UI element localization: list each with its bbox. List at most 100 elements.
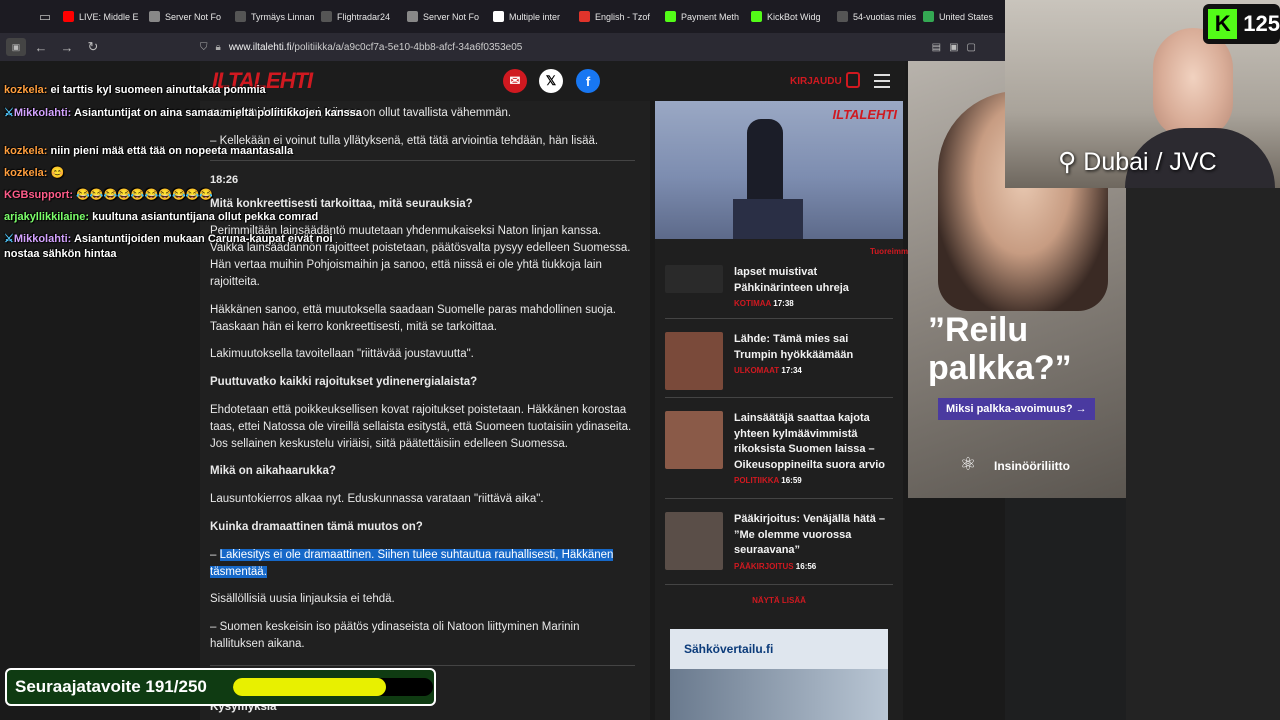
tab-favicon-icon	[63, 11, 74, 22]
site-header: ILTALEHTI ✉ 𝕏 f KIRJAUDU	[200, 61, 905, 101]
news-time: 16:56	[795, 561, 817, 571]
chat-message: arjakyllikkilaine: kuultuna asiantuntija…	[4, 210, 318, 225]
shield-icon[interactable]: ⛉	[200, 42, 208, 53]
news-headline[interactable]: lapset muistivat Pähkinärinteen uhreja	[734, 265, 894, 296]
sidebar-hero-image[interactable]: ILTALEHTI	[655, 101, 903, 239]
chat-message: KGBsupport: 😂😂😂😂😂😂😂😂😂😂	[4, 188, 213, 203]
location-label: ⚲ Dubai / JVC	[1058, 147, 1217, 177]
lock-icon[interactable]: 🔒︎	[216, 42, 221, 53]
ad-image-block	[670, 669, 888, 720]
goal-label: Seuraajatavoite 191/250	[15, 677, 207, 696]
article-subheading: Kuinka dramaattinen tämä muutos on?	[210, 521, 423, 533]
browser-tab[interactable]: 54-vuotias mies n	[830, 0, 916, 33]
browser-tab[interactable]: LIVE: Middle E	[56, 0, 142, 33]
browser-tab[interactable]: English - Tzof	[572, 0, 658, 33]
tab-favicon-icon	[321, 11, 332, 22]
news-headline[interactable]: Pääkirjoitus: Venäjällä hätä – ”Me olemm…	[734, 512, 894, 559]
news-headline[interactable]: Lainsäätäjä saattaa kajota yhteen kylmää…	[734, 411, 894, 473]
chat-username: KGBsupport	[4, 189, 70, 201]
news-headline[interactable]: Lähde: Tämä mies sai Trumpin hyökkäämään	[734, 332, 894, 363]
news-category[interactable]: ULKOMAAT	[734, 366, 779, 375]
chat-text: 😊	[50, 167, 65, 179]
tab-label: English - Tzof	[595, 11, 650, 22]
article-paragraph: Lakimuutoksella tavoitellaan "riittävää …	[210, 348, 474, 360]
ad-brand: Sähkövertailu.fi	[684, 642, 774, 656]
tab-overview-icon[interactable]: ▭	[34, 6, 56, 28]
tab-favicon-icon	[235, 11, 246, 22]
address-toolbar: ▣ ← → ↻ ⛉ 🔒︎ www.iltalehti.fi/politiikka…	[0, 33, 1005, 61]
news-thumbnail[interactable]	[665, 265, 723, 293]
tab-favicon-icon	[837, 11, 848, 22]
ad-brand: Insinööriliitto	[994, 459, 1070, 473]
news-thumbnail[interactable]	[665, 411, 723, 469]
back-arrow-icon[interactable]: ←	[30, 36, 52, 58]
tab-label: Tyrmäys Linnanm	[251, 11, 314, 22]
kick-logo-icon: K	[1208, 9, 1238, 39]
article-paragraph: – Suomen keskeisin iso päätös ydinaseist…	[210, 621, 580, 650]
chat-text: kuultuna asiantuntijana ollut pekka comr…	[92, 211, 319, 223]
selected-text[interactable]: Lakiesitys ei ole dramaattinen. Siihen t…	[210, 549, 614, 578]
forward-arrow-icon[interactable]: →	[56, 36, 78, 58]
browser-tab[interactable]: Tyrmäys Linnanm	[228, 0, 314, 33]
browser-tab[interactable]: Server Not Fo	[142, 0, 228, 33]
news-category[interactable]: KOTIMAA	[734, 299, 771, 308]
ad-cta-button[interactable]: Miksi palkka-avoimuus? →	[938, 398, 1095, 420]
sidebar-toggle-icon[interactable]: ▣	[6, 38, 26, 56]
tab-list: LIVE: Middle E Server Not Fo Tyrmäys Linna…	[56, 0, 1002, 33]
article-paragraph-selected[interactable]: – Lakiesitys ei ole dramaattinen. Siihen…	[210, 547, 635, 581]
browser-tab[interactable]: Payment Meth	[658, 0, 744, 33]
article-subheading: Puuttuvatko kaikki rajoitukset ydinenerg…	[210, 376, 478, 388]
sahkovertailu-ad[interactable]: Sähkövertailu.fi	[670, 629, 888, 720]
tab-label: KickBot Widg	[767, 11, 821, 22]
browser-tab[interactable]: United States	[916, 0, 1002, 33]
tab-label: Server Not Fo	[423, 11, 480, 22]
divider	[210, 160, 635, 161]
article-paragraph: Ehdotetaan että poikkeuksellisen kovat r…	[210, 404, 632, 450]
browser-tab[interactable]: Multiple inter	[486, 0, 572, 33]
news-divider	[665, 397, 893, 398]
chat-message: ⚔Mikkolahti: Asiantuntijat on aina samaa…	[4, 106, 364, 121]
news-divider	[665, 498, 893, 499]
news-meta: PÄÄKIRJOITUS 16:56	[734, 559, 894, 575]
article-paragraph: Lausuntokierros alkaa nyt. Eduskunnassa …	[210, 493, 544, 505]
news-thumbnail[interactable]	[665, 332, 723, 390]
user-icon[interactable]	[846, 72, 860, 88]
news-category[interactable]: PÄÄKIRJOITUS	[734, 562, 794, 571]
timestamp: 18:26	[210, 174, 239, 186]
news-thumbnail[interactable]	[665, 512, 723, 570]
url-field[interactable]: ⛉ 🔒︎ www.iltalehti.fi/politiikka/a/a9c0c…	[200, 36, 990, 58]
location-text: Dubai / JVC	[1083, 148, 1217, 176]
tab-favicon-icon	[407, 11, 418, 22]
reload-icon[interactable]: ↻	[82, 36, 104, 58]
chat-message: ⚔Mikkolahti: Asiantuntijoiden mukaan Car…	[4, 232, 344, 262]
tab-label: Multiple inter	[509, 11, 561, 22]
goal-progress-bar	[233, 678, 433, 696]
news-meta: POLITIIKKA 16:59	[734, 473, 894, 489]
email-share-icon[interactable]: ✉	[503, 69, 527, 93]
show-more-link[interactable]: NÄYTÄ LISÄÄ	[655, 596, 903, 605]
viewer-badge: K 125	[1203, 4, 1280, 44]
page-action-icons[interactable]: ▤▣▢	[932, 42, 984, 53]
facebook-share-icon[interactable]: f	[576, 69, 600, 93]
news-title[interactable]: lapset muistivat Pähkinärinteen uhreja KO…	[734, 265, 894, 312]
tab-label: Flightradar24	[337, 11, 391, 22]
news-title[interactable]: Lainsäätäjä saattaa kajota yhteen kylmää…	[734, 411, 894, 489]
browser-tab[interactable]: Server Not Fo	[400, 0, 486, 33]
tab-favicon-icon	[923, 11, 934, 22]
x-share-icon[interactable]: 𝕏	[539, 69, 563, 93]
news-divider	[665, 318, 893, 319]
tab-favicon-icon	[149, 11, 160, 22]
news-title[interactable]: Lähde: Tämä mies sai Trumpin hyökkäämään…	[734, 332, 894, 379]
article-paragraph: Häkkänen sanoo, että muutoksella saadaan…	[210, 304, 616, 333]
browser-tab[interactable]: KickBot Widg	[744, 0, 830, 33]
tab-label: United States	[939, 11, 994, 22]
news-category[interactable]: POLITIIKKA	[734, 476, 779, 485]
browser-tab[interactable]: Flightradar24	[314, 0, 400, 33]
article-subheading: Mikä on aikahaarukka?	[210, 465, 336, 477]
login-link[interactable]: KIRJAUDU	[790, 76, 842, 87]
chat-text: Asiantuntijat on aina samaa mieltä polii…	[73, 107, 362, 119]
article-paragraph: Sisällöllisiä uusia linjauksia ei tehdä.	[210, 593, 395, 605]
menu-icon[interactable]	[874, 74, 890, 92]
news-divider	[665, 584, 893, 585]
news-title[interactable]: Pääkirjoitus: Venäjällä hätä – ”Me olemm…	[734, 512, 894, 574]
